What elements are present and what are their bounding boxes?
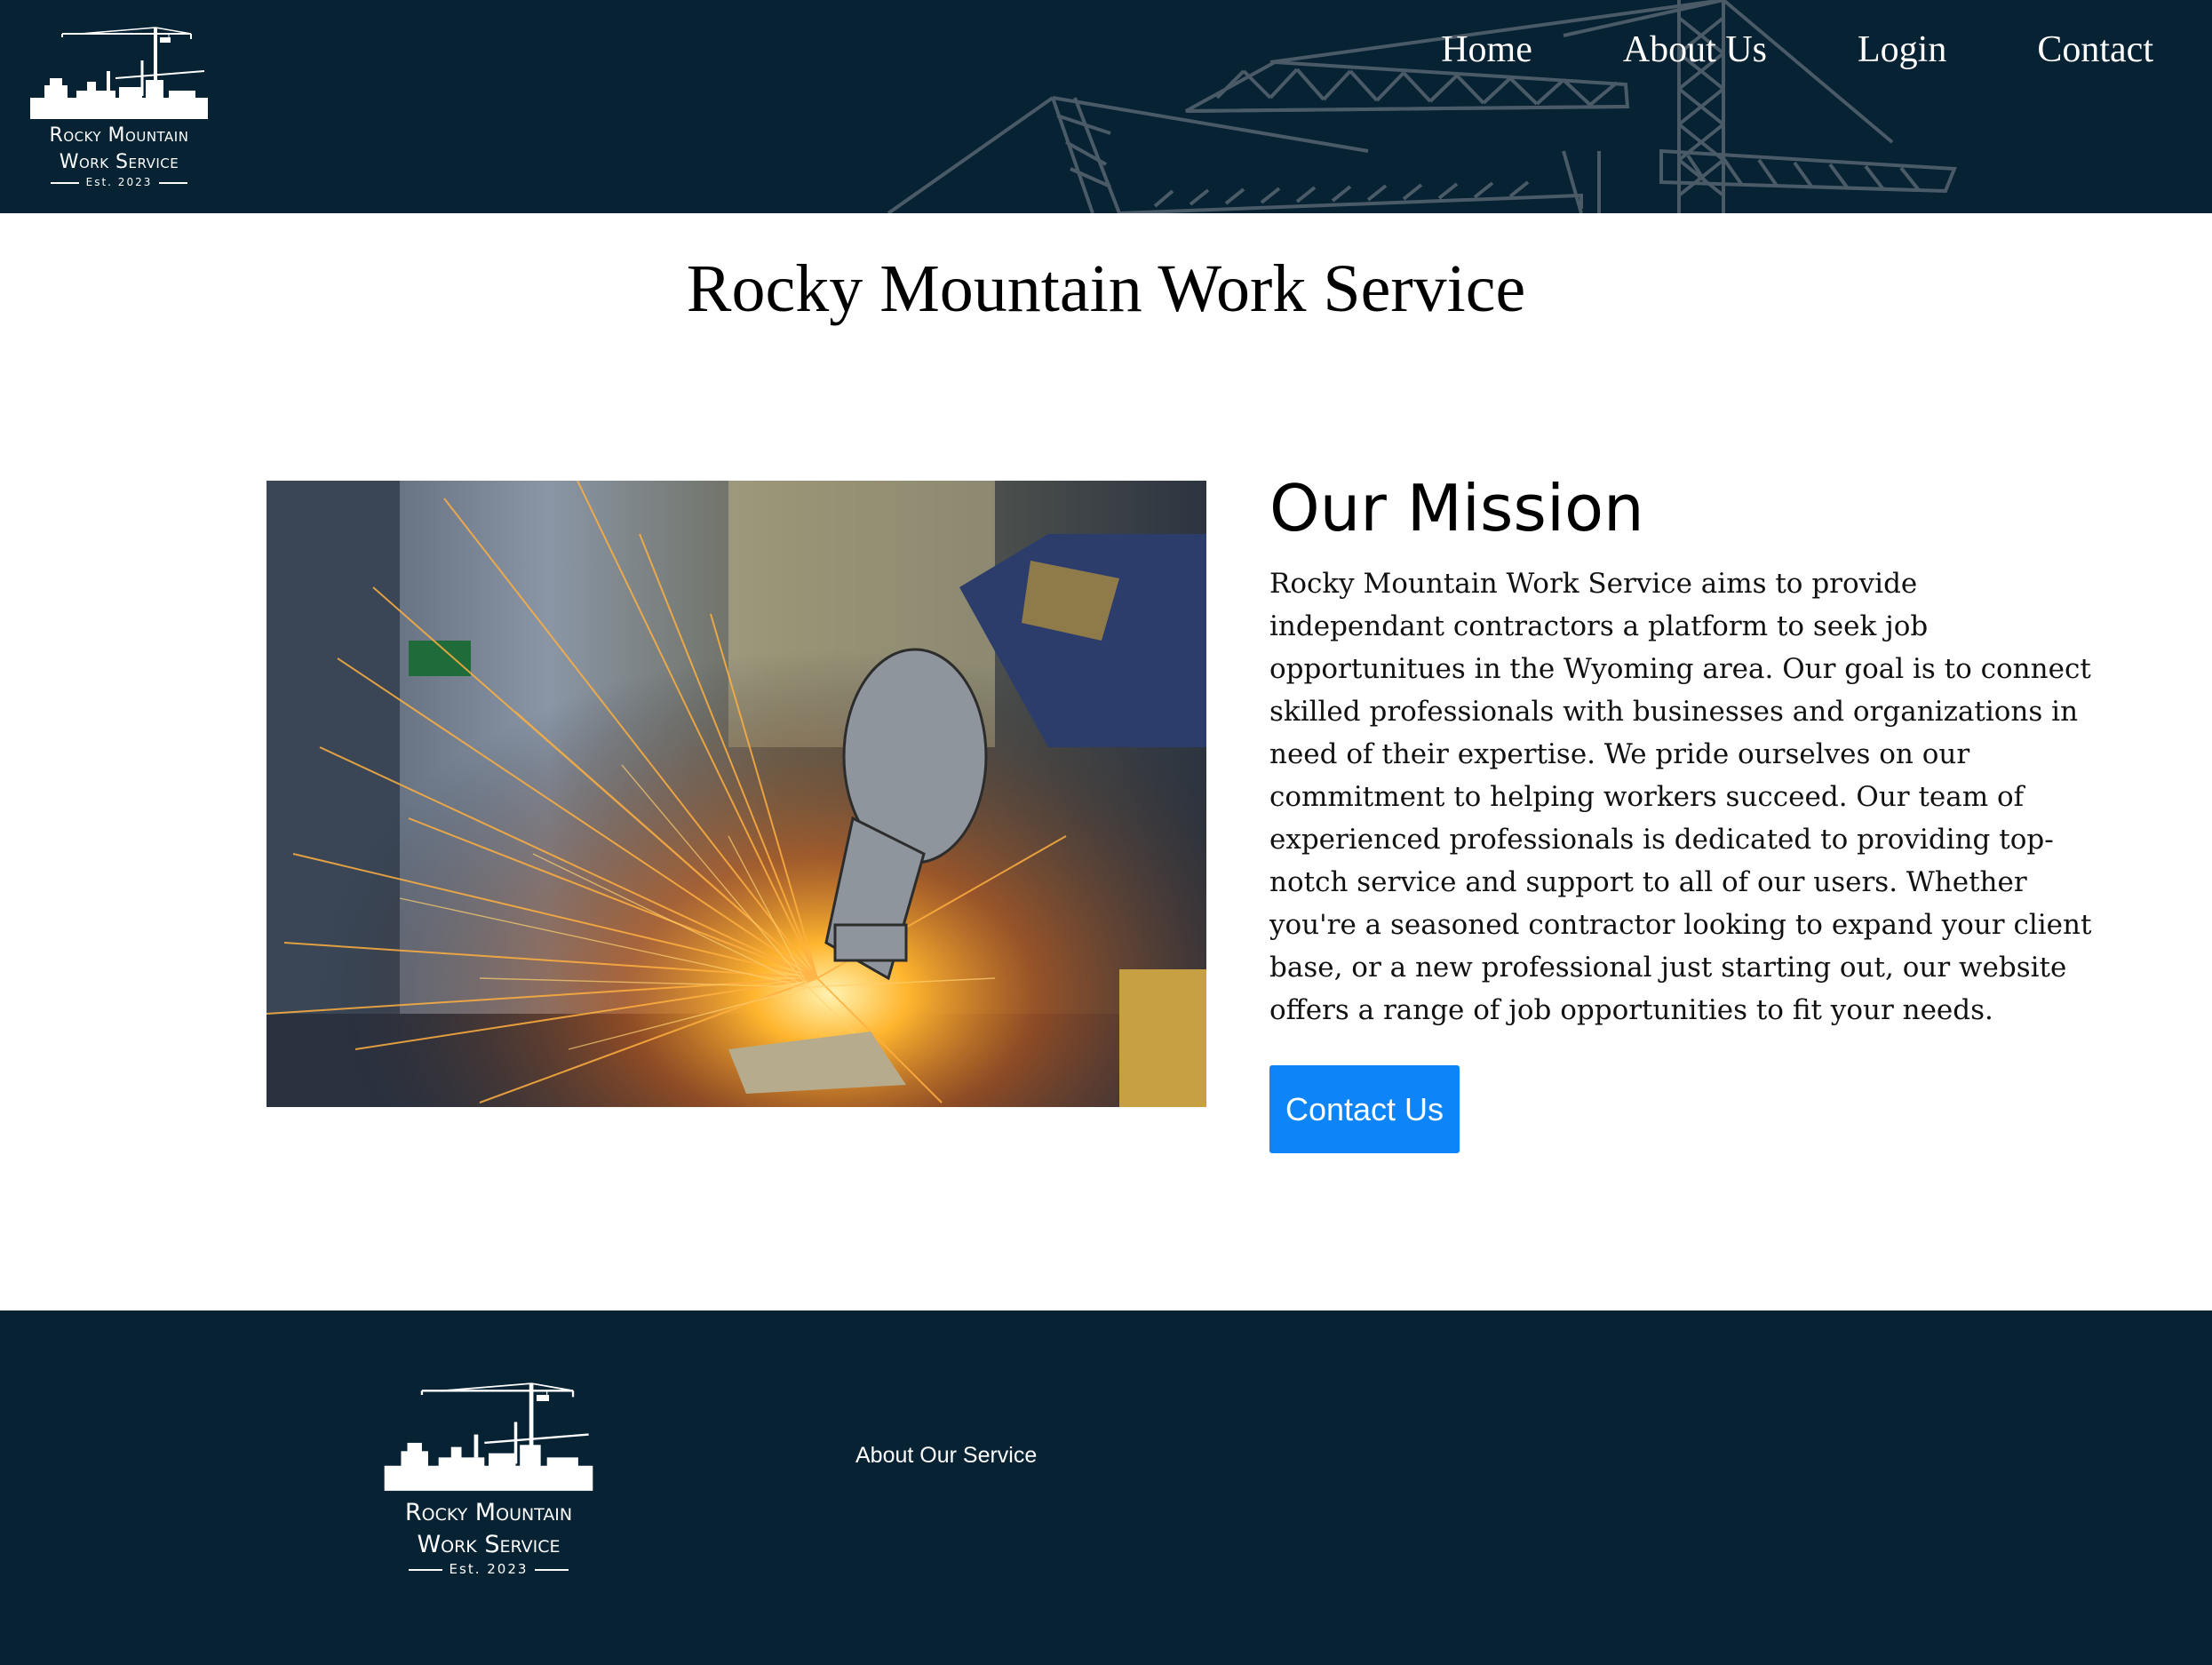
crane-city-logo-icon	[30, 27, 208, 119]
logo-line-1: Rocky Mountain	[49, 124, 189, 147]
contact-us-button[interactable]: Contact Us	[1269, 1065, 1460, 1153]
logo-est: Est. 2023	[27, 176, 211, 188]
site-footer	[0, 1310, 2212, 1665]
crane-city-logo-icon	[384, 1382, 593, 1491]
nav-login[interactable]: Login	[1858, 28, 1946, 71]
nav-about-us[interactable]: About Us	[1623, 28, 1767, 71]
site-logo[interactable]: Rocky Mountain Work Service Est. 2023	[27, 25, 211, 194]
footer-logo-est: Est. 2023	[380, 1561, 597, 1577]
footer-about-link[interactable]: About Our Service	[855, 1443, 1037, 1469]
angle-grinder-sparks-photo	[267, 481, 1206, 1107]
footer-logo[interactable]: Rocky Mountain Work Service Est. 2023	[380, 1380, 597, 1580]
logo-est-text: Est. 2023	[85, 176, 153, 188]
main-nav: Home About Us Login Contact	[1441, 0, 2153, 100]
mission-section: Our Mission Rocky Mountain Work Service …	[1269, 468, 2096, 1153]
site-header: Rocky Mountain Work Service Est. 2023 Ho…	[0, 0, 2212, 213]
mission-heading: Our Mission	[1269, 471, 1644, 546]
footer-logo-est-text: Est. 2023	[449, 1561, 529, 1577]
footer-logo-line-2: Work Service	[417, 1531, 561, 1558]
logo-line-2: Work Service	[59, 151, 179, 173]
page-title: Rocky Mountain Work Service	[686, 251, 1526, 326]
footer-logo-line-1: Rocky Mountain	[404, 1499, 573, 1526]
mission-body: Rocky Mountain Work Service aims to prov…	[1269, 568, 2092, 1026]
nav-home[interactable]: Home	[1441, 28, 1532, 71]
nav-contact[interactable]: Contact	[2037, 28, 2153, 71]
